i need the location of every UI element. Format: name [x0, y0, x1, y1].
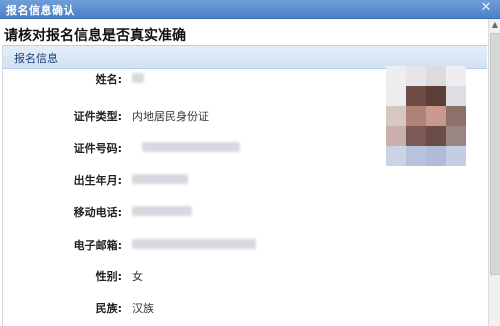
- field-label-gender: 性别:: [95, 270, 122, 283]
- field-value-id-type: 内地居民身份证: [132, 110, 209, 123]
- field-row-ethnicity: 民族: 汉族: [0, 298, 488, 318]
- field-label-birth: 出生年月:: [73, 174, 122, 187]
- field-label-id-number: 证件号码:: [73, 142, 122, 155]
- field-label-id-type: 证件类型:: [73, 110, 122, 123]
- section-title: 报名信息: [14, 52, 58, 65]
- page-heading: 请核对报名信息是否真实准确: [4, 28, 186, 44]
- field-value-gender: 女: [132, 270, 143, 283]
- applicant-photo: [386, 66, 466, 166]
- field-label-ethnicity: 民族:: [95, 302, 122, 315]
- field-row-mobile: 移动电话:: [0, 202, 488, 222]
- redacted-value: [132, 174, 188, 184]
- scroll-thumb[interactable]: [490, 33, 500, 275]
- redacted-value: [132, 73, 144, 83]
- confirm-dialog: 报名信息确认 ✕ 请核对报名信息是否真实准确 报名信息 姓名: 证件类型: 内地…: [0, 0, 500, 326]
- dialog-titlebar: 报名信息确认 ✕: [0, 0, 500, 19]
- close-icon[interactable]: ✕: [479, 1, 493, 15]
- vertical-scrollbar[interactable]: ▲: [488, 19, 500, 326]
- field-label-name: 姓名:: [95, 73, 122, 86]
- field-label-email: 电子邮箱:: [73, 239, 122, 252]
- field-row-gender: 性别: 女: [0, 266, 488, 286]
- redacted-value: [132, 239, 256, 249]
- field-row-birth: 出生年月:: [0, 170, 488, 190]
- field-label-mobile: 移动电话:: [73, 206, 122, 219]
- field-row-email: 电子邮箱:: [0, 235, 488, 255]
- scroll-up-icon[interactable]: ▲: [489, 19, 500, 31]
- dialog-title: 报名信息确认: [6, 4, 75, 17]
- redacted-value: [142, 142, 240, 152]
- field-value-ethnicity: 汉族: [132, 302, 154, 315]
- redacted-value: [132, 206, 192, 216]
